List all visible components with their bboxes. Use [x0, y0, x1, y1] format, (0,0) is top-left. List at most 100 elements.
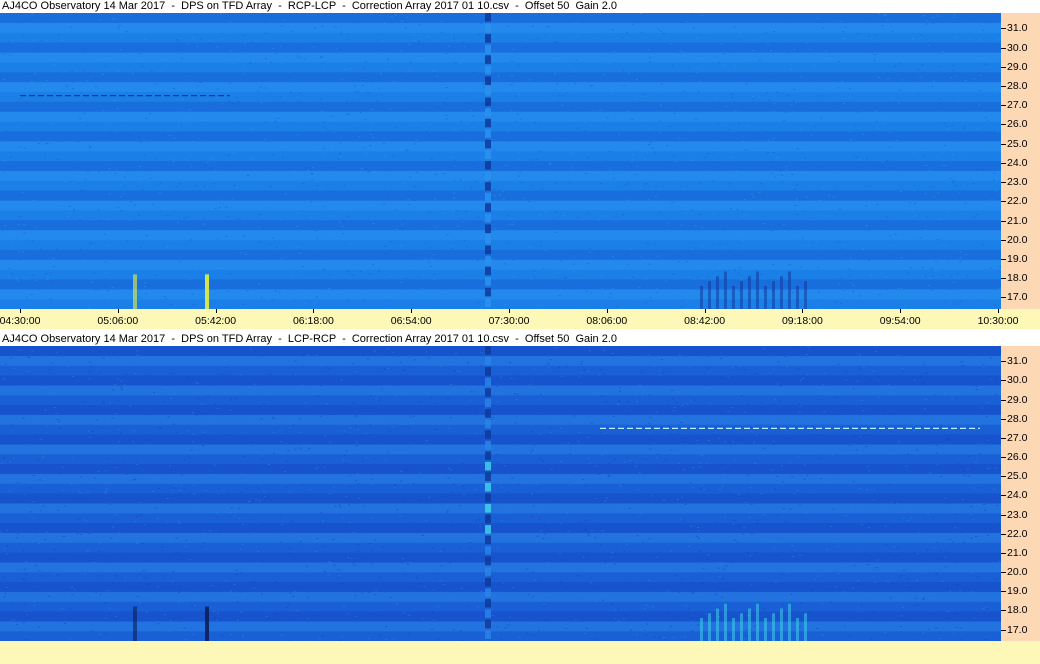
- calibration-marker: [485, 430, 491, 439]
- calibration-marker: [485, 377, 491, 387]
- x-tick-label: 08:42:00: [684, 315, 726, 327]
- radio-burst: [716, 608, 719, 641]
- y-tick-label: 29.0: [1007, 60, 1028, 73]
- y-tick: [1001, 239, 1006, 241]
- y-tick: [1001, 124, 1006, 126]
- frequency-band: [0, 621, 1001, 632]
- y-tick: [1001, 610, 1006, 612]
- y-tick: [1001, 418, 1006, 420]
- panel-2-title: AJ4CO Observatory 14 Mar 2017 - DPS on T…: [0, 333, 1040, 346]
- calibration-marker: [485, 245, 491, 255]
- y-tick: [1001, 514, 1006, 516]
- frequency-band: [0, 572, 1001, 583]
- spectrogram-image: [0, 346, 1001, 641]
- calibration-marker: [485, 367, 491, 376]
- x-tick-label: 09:54:00: [879, 315, 921, 327]
- y-tick: [1001, 143, 1006, 145]
- y-tick-label: 20.0: [1007, 233, 1028, 246]
- calibration-marker: [485, 567, 491, 576]
- frequency-band: [0, 42, 1001, 53]
- y-tick: [1001, 495, 1006, 497]
- frequency-band: [0, 91, 1001, 103]
- y-tick-label: 25.0: [1007, 137, 1028, 150]
- frequency-band: [0, 72, 1001, 83]
- radio-burst: [788, 603, 791, 641]
- frequency-band: [0, 601, 1001, 612]
- calibration-marker: [485, 23, 491, 33]
- y-tick: [1001, 399, 1006, 401]
- y-tick: [1001, 437, 1006, 439]
- calibration-marker: [485, 256, 491, 265]
- calibration-marker: [485, 108, 491, 117]
- y-tick-label: 19.0: [1007, 585, 1028, 598]
- calibration-marker: [485, 419, 491, 429]
- frequency-band: [0, 141, 1001, 152]
- frequency-band: [0, 161, 1001, 172]
- radio-burst: [756, 271, 759, 309]
- calibration-marker: [485, 482, 491, 492]
- frequency-band: [0, 503, 1001, 514]
- x-tick: [606, 309, 608, 313]
- spectrogram-rcp-lcp[interactable]: [0, 13, 1001, 309]
- x-tick: [509, 309, 510, 313]
- calibration-marker: [485, 588, 491, 597]
- y-tick: [1001, 47, 1006, 49]
- radio-burst: [796, 618, 799, 641]
- frequency-band: [0, 355, 1001, 367]
- y-tick-label: 21.0: [1007, 214, 1028, 227]
- y-tick-label: 27.0: [1007, 431, 1028, 444]
- calibration-marker: [485, 224, 491, 233]
- x-tick-label: 06:54:00: [390, 315, 432, 327]
- x-tick: [20, 309, 21, 313]
- radio-burst: [700, 618, 703, 641]
- x-tick-label: 09:18:00: [781, 315, 823, 327]
- calibration-marker: [485, 87, 491, 96]
- calibration-marker: [485, 118, 491, 128]
- x-tick-label: 06:18:00: [292, 315, 334, 327]
- calibration-marker: [485, 171, 491, 181]
- y-tick: [1001, 162, 1006, 164]
- frequency-band: [0, 562, 1001, 573]
- radio-burst: [205, 606, 209, 641]
- frequency-band: [0, 121, 1001, 132]
- y-tick: [1001, 86, 1006, 88]
- frequency-band: [0, 13, 1001, 24]
- y-tick-label: 17.0: [1007, 291, 1028, 304]
- calibration-marker: [485, 514, 491, 524]
- x-tick: [313, 309, 315, 313]
- frequency-band: [0, 52, 1001, 63]
- calibration-marker: [485, 493, 491, 503]
- calibration-marker: [485, 55, 491, 64]
- radio-burst: [708, 613, 711, 641]
- frequency-band: [0, 414, 1001, 426]
- frequency-band: [0, 131, 1001, 142]
- calibration-marker: [485, 192, 491, 202]
- calibration-marker: [485, 472, 491, 481]
- frequency-band: [0, 259, 1001, 271]
- y-tick-label: 23.0: [1007, 176, 1028, 189]
- spectrogram-lcp-rcp[interactable]: [0, 346, 1001, 641]
- x-tick: [900, 309, 902, 313]
- x-tick: [802, 309, 804, 313]
- calibration-marker: [485, 546, 491, 555]
- frequency-band: [0, 473, 1001, 485]
- calibration-marker: [485, 388, 491, 397]
- radio-burst: [756, 603, 759, 641]
- y-tick: [1001, 105, 1006, 107]
- calibration-marker: [485, 630, 491, 639]
- frequency-band: [0, 405, 1001, 416]
- calibration-marker: [485, 150, 491, 159]
- radio-burst: [732, 618, 735, 641]
- y-tick-label: 30.0: [1007, 41, 1028, 54]
- calibration-marker: [485, 203, 491, 212]
- calibration-marker: [485, 298, 491, 307]
- y-tick: [1001, 591, 1006, 593]
- radio-burst: [708, 281, 711, 309]
- calibration-marker: [485, 287, 491, 297]
- y-tick: [1001, 361, 1006, 363]
- frequency-band: [0, 542, 1001, 553]
- y-tick: [1001, 552, 1006, 554]
- y-tick: [1001, 457, 1006, 459]
- y-tick-label: 19.0: [1007, 253, 1028, 266]
- frequency-band: [0, 62, 1001, 73]
